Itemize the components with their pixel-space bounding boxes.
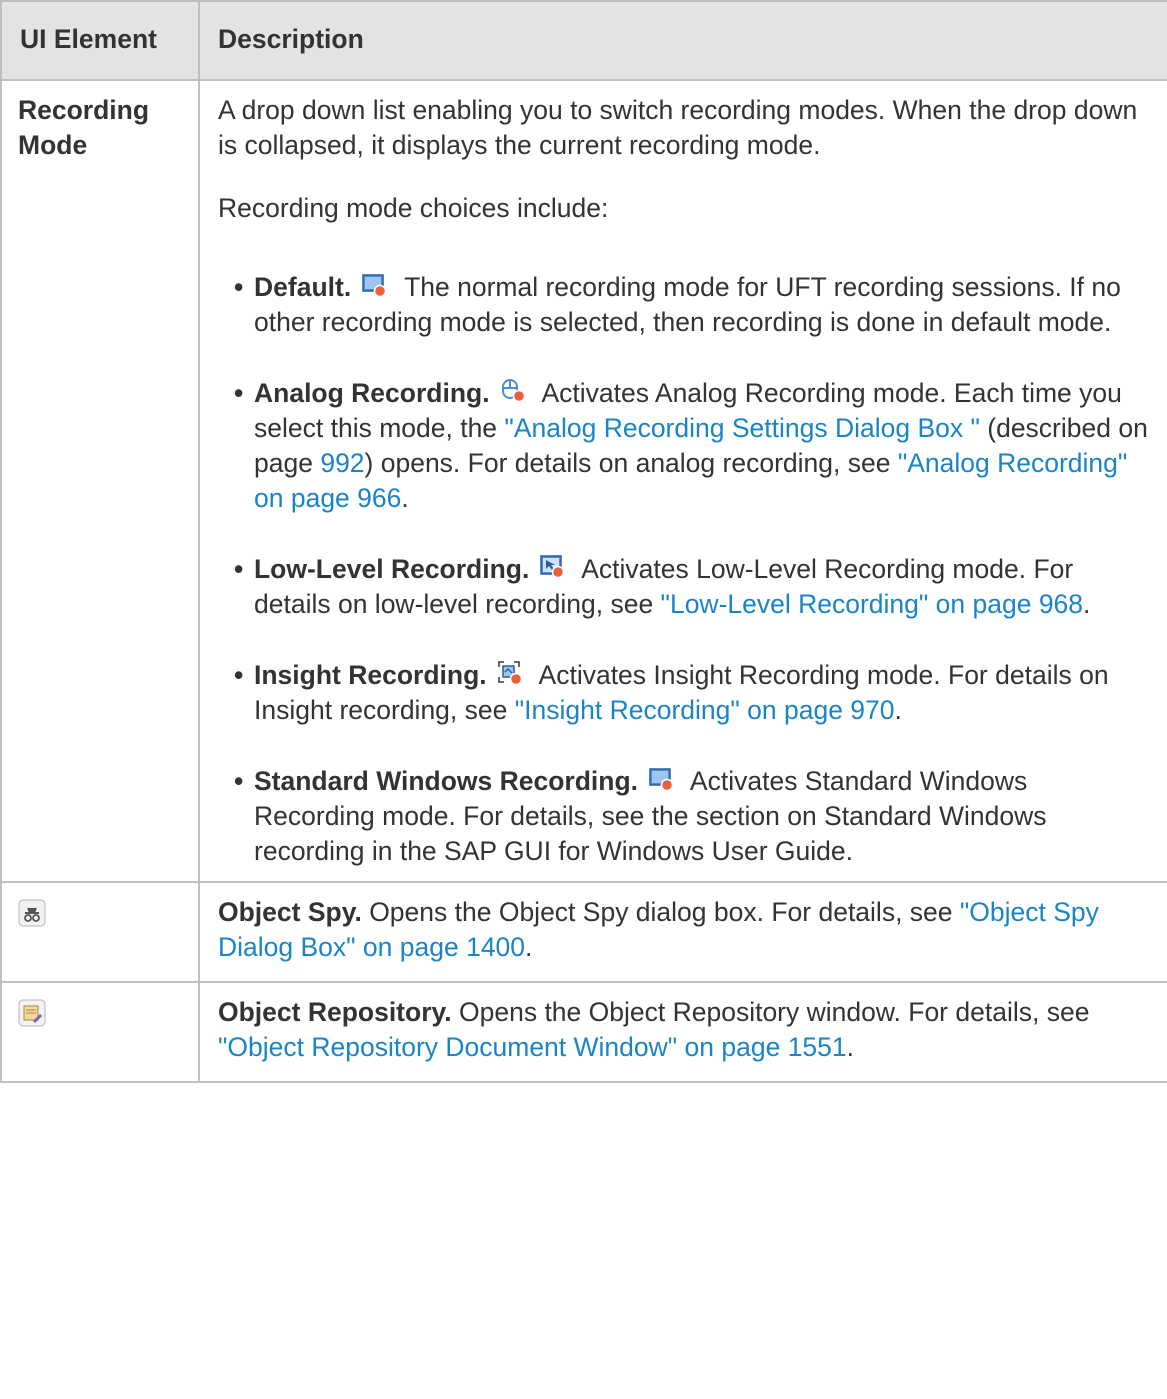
standard-windows-recording-icon [648,766,674,792]
mode-name: Analog Recording. [254,378,490,408]
mode-text: ) opens. For details on analog recording… [364,448,898,478]
recording-mode-label: Recording Mode [18,95,150,160]
object-repository-icon[interactable] [18,999,46,1027]
header-ui-element: UI Element [0,0,200,81]
insight-recording-icon [497,660,523,686]
ui-element-table: UI Element Description Recording Mode A … [0,0,1167,1083]
mode-name: Standard Windows Recording. [254,766,639,796]
table-row-object-repository: Object Repository. Opens the Object Repo… [0,981,1167,1083]
object-repository-end: . [846,1032,855,1062]
mode-text: . [401,483,409,513]
list-item-analog: • Analog Recording. Activates Analog Rec… [234,378,1148,513]
object-repository-window-link[interactable]: "Object Repository Document Window" on p… [218,1032,847,1062]
object-spy-text: Opens the Object Spy dialog box. For det… [361,897,960,927]
object-spy-icon[interactable] [18,899,46,927]
object-repository-text: Opens the Object Repository window. For … [451,997,1090,1027]
mode-name: Low-Level Recording. [254,554,530,584]
analog-recording-icon [500,378,526,404]
table-row-recording-mode: Recording Mode A drop down list enabling… [0,79,1167,883]
list-item-default: • Default. The normal recording mode for… [234,272,1121,337]
recording-mode-cell: Recording Mode [0,79,200,883]
header-description: Description [198,0,1167,81]
mode-name: Default. [254,272,352,302]
list-item-low-level: • Low-Level Recording. Activates Low-Lev… [234,554,1091,619]
list-item-insight: • Insight Recording. Activates Insight R… [234,660,1109,725]
table-header-row: UI Element Description [0,0,1167,81]
mode-text: . [894,695,902,725]
object-repository-description: Object Repository. Opens the Object Repo… [198,981,1167,1083]
low-level-recording-link[interactable]: "Low-Level Recording" on page 968 [661,589,1084,619]
object-repository-name: Object Repository. [218,997,452,1027]
default-recording-icon [361,272,387,298]
mode-text: . [1083,589,1091,619]
recording-mode-description: A drop down list enabling you to switch … [198,79,1167,883]
object-spy-end: . [525,932,533,962]
insight-recording-link[interactable]: "Insight Recording" on page 970 [515,695,895,725]
recording-mode-intro: A drop down list enabling you to switch … [218,95,1138,160]
list-item-standard-windows: • Standard Windows Recording. Activates … [234,766,1047,866]
analog-settings-link[interactable]: "Analog Recording Settings Dialog Box " [504,413,979,443]
object-repository-cell [0,981,200,1083]
recording-mode-list: • Default. The normal recording mode for… [218,270,1149,869]
recording-mode-choices-label: Recording mode choices include: [218,193,609,223]
table-row-object-spy: Object Spy. Opens the Object Spy dialog … [0,881,1167,983]
page-992-link[interactable]: 992 [320,448,364,478]
object-spy-name: Object Spy. [218,897,362,927]
mode-name: Insight Recording. [254,660,487,690]
low-level-recording-icon [539,554,565,580]
object-spy-cell [0,881,200,983]
object-spy-description: Object Spy. Opens the Object Spy dialog … [198,881,1167,983]
